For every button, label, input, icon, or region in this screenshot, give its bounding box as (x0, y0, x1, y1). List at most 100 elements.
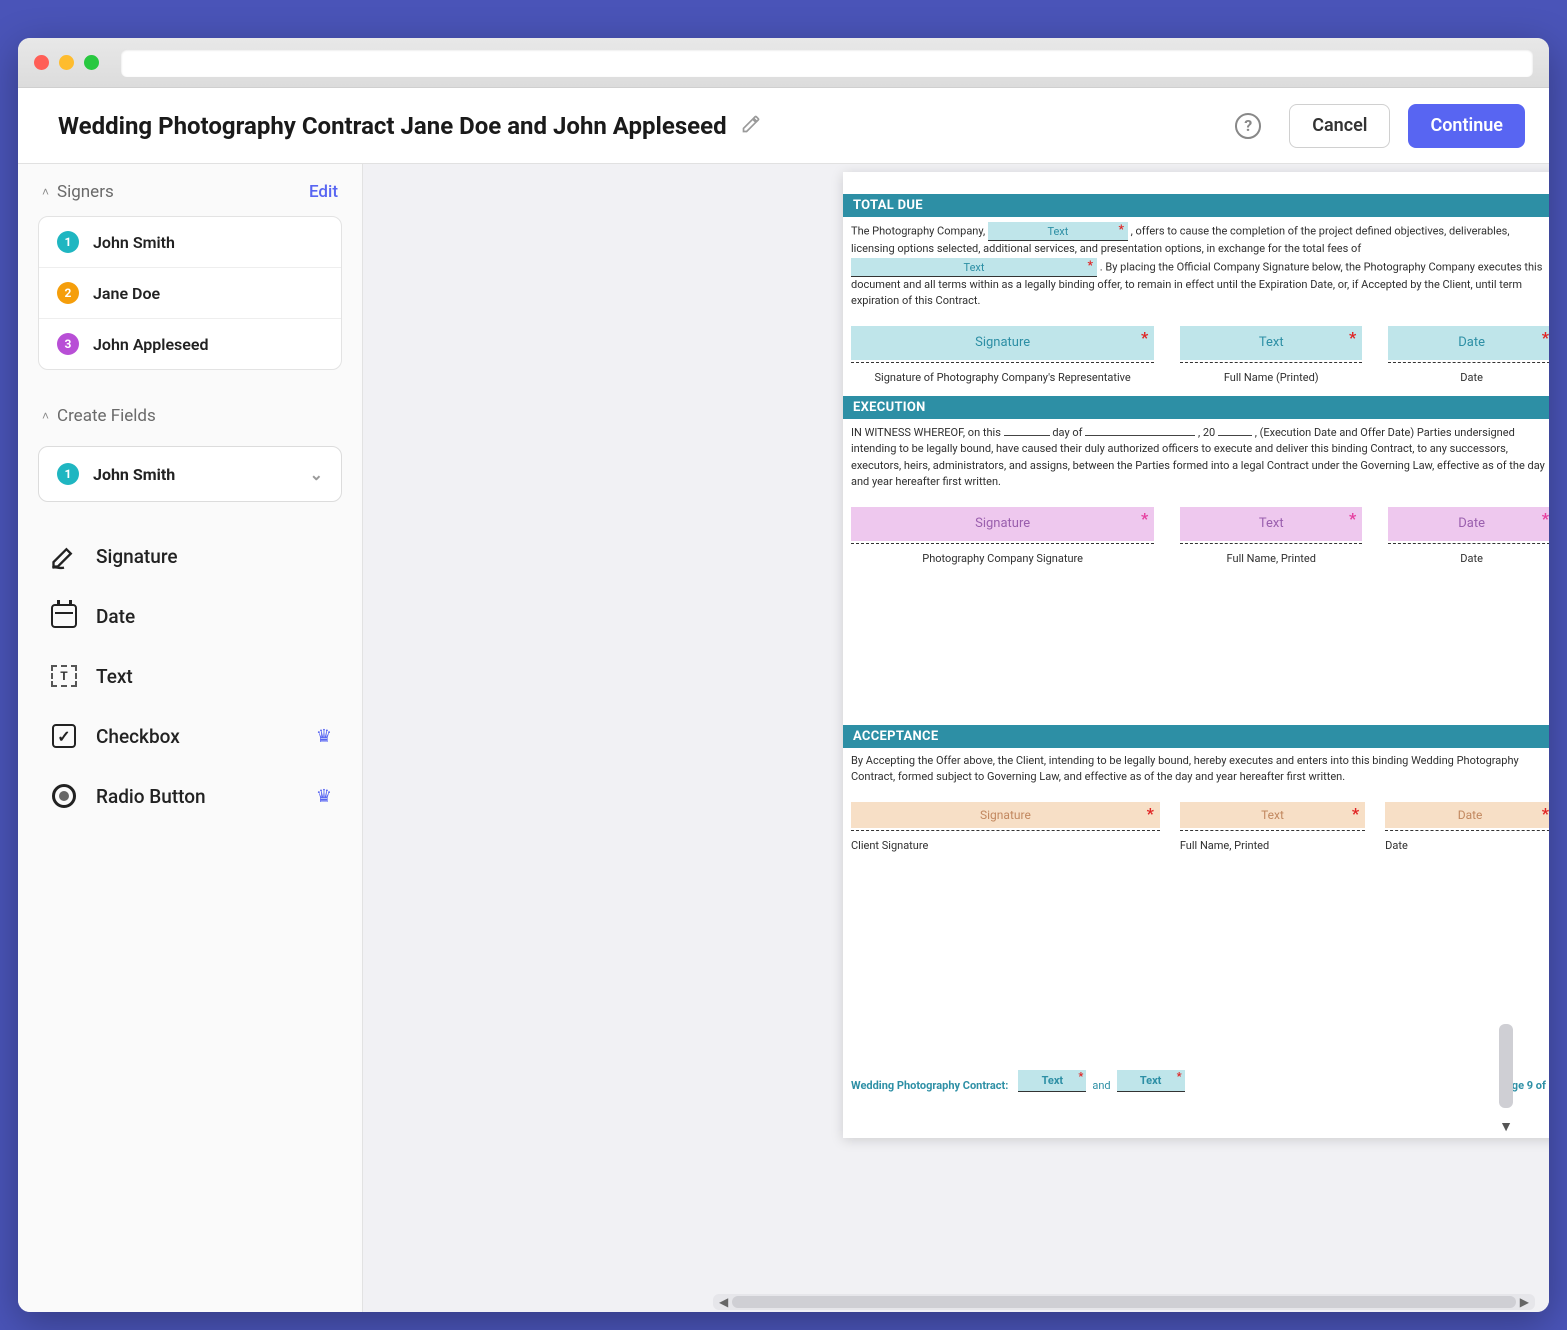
calendar-icon (48, 600, 80, 632)
scroll-right-icon[interactable]: ▶ (1520, 1295, 1529, 1309)
text-icon: T (48, 660, 80, 692)
field-placeholder: Text (1047, 225, 1068, 238)
section-body-total-due: The Photography Company, Text * , offers… (843, 217, 1549, 316)
date-field[interactable]: Date * (1385, 802, 1549, 828)
continue-button[interactable]: Continue (1408, 104, 1525, 148)
horizontal-scrollbar-thumb[interactable] (732, 1296, 1516, 1308)
field-type-date[interactable]: Date (38, 586, 342, 646)
create-fields-section-header[interactable]: ˄ Create Fields (18, 378, 362, 446)
field-caption: Client Signature (851, 839, 928, 852)
signer-item-1[interactable]: 1 John Smith (39, 217, 341, 268)
page-footer: Wedding Photography Contract: Text * and… (851, 1070, 1549, 1092)
required-star-icon: * (1141, 509, 1148, 528)
section-header-total-due: TOTAL DUE (843, 194, 1549, 217)
signature-field-company[interactable]: Signature * (851, 507, 1154, 541)
signer-item-3[interactable]: 3 John Appleseed (39, 319, 341, 369)
required-star-icon: * (1542, 328, 1549, 347)
field-row-acceptance: Signature * Client Signature Text * Full… (843, 792, 1549, 852)
cancel-button[interactable]: Cancel (1289, 104, 1390, 148)
chevron-up-icon: ˄ (42, 185, 49, 199)
signature-field-client[interactable]: Signature * (851, 802, 1160, 828)
signer-item-2[interactable]: 2 Jane Doe (39, 268, 341, 319)
maximize-window-icon[interactable] (84, 55, 99, 70)
field-caption: Date (1460, 371, 1483, 384)
field-type-checkbox[interactable]: ✓ Checkbox ♛ (38, 706, 342, 766)
field-caption: Full Name, Printed (1227, 552, 1316, 565)
text-field-company-name[interactable]: Text * (988, 222, 1128, 241)
footer-text-field-1[interactable]: Text * (1018, 1070, 1086, 1092)
footer-text-field-2[interactable]: Text * (1117, 1070, 1185, 1092)
signature-field-company-rep[interactable]: Signature * (851, 326, 1154, 360)
help-icon[interactable]: ? (1235, 113, 1261, 139)
blank-line (1004, 424, 1050, 436)
text-field-fullname[interactable]: Text * (1180, 326, 1362, 360)
field-type-text[interactable]: T Text (38, 646, 342, 706)
signer-badge: 1 (57, 463, 79, 485)
field-caption: Date (1385, 839, 1408, 852)
close-window-icon[interactable] (34, 55, 49, 70)
signers-label: Signers (57, 182, 114, 202)
section-header-execution: EXECUTION (843, 396, 1549, 419)
section-body-acceptance: By Accepting the Offer above, the Client… (843, 748, 1549, 792)
scroll-left-icon[interactable]: ◀ (719, 1295, 728, 1309)
field-label: Checkbox (96, 725, 180, 748)
required-star-icon: * (1349, 328, 1356, 347)
text-field-fullname[interactable]: Text * (1180, 507, 1362, 541)
field-label: Signature (96, 545, 178, 568)
date-field[interactable]: Date * (1388, 507, 1549, 541)
selected-signer-name: John Smith (93, 465, 175, 484)
blank-line (1085, 424, 1195, 436)
document-canvas[interactable]: ▲ TOTAL DUE The Photography Company, Tex… (363, 164, 1549, 1312)
date-field[interactable]: Date * (1388, 326, 1549, 360)
body: ˄ Signers Edit 1 John Smith 2 Jane Doe 3… (18, 164, 1549, 1312)
checkbox-icon: ✓ (48, 720, 80, 752)
text: IN WITNESS WHEREOF, on this (851, 426, 1004, 439)
field-placeholder: Signature (980, 808, 1031, 822)
footer-label: Wedding Photography Contract: (851, 1079, 1008, 1092)
field-placeholder: Signature (975, 516, 1030, 531)
spacer (843, 565, 1549, 725)
field-placeholder: Signature (975, 335, 1030, 350)
text: The Photography Company, (851, 224, 988, 237)
signer-name: John Appleseed (93, 335, 209, 354)
footer-left: Wedding Photography Contract: Text * and… (851, 1070, 1185, 1092)
minimize-window-icon[interactable] (59, 55, 74, 70)
signer-badge: 3 (57, 333, 79, 355)
edit-title-icon[interactable] (741, 114, 761, 138)
signature-line (851, 362, 1154, 363)
signature-line (1385, 830, 1549, 831)
horizontal-scrollbar[interactable]: ◀ ▶ (713, 1294, 1535, 1310)
signer-select-dropdown[interactable]: 1 John Smith ⌄ (38, 446, 342, 502)
document-title: Wedding Photography Contract Jane Doe an… (58, 112, 727, 140)
chevron-down-icon: ⌄ (310, 465, 323, 484)
create-fields-label: Create Fields (57, 406, 156, 426)
field-placeholder: Date (1458, 808, 1483, 822)
field-placeholder: Text (964, 261, 985, 274)
app-window: Wedding Photography Contract Jane Doe an… (18, 38, 1549, 1312)
field-row-execution: Signature * Photography Company Signatur… (843, 497, 1549, 565)
scroll-down-icon[interactable]: ▼ (1499, 1118, 1513, 1135)
signature-icon (48, 540, 80, 572)
sidebar: ˄ Signers Edit 1 John Smith 2 Jane Doe 3… (18, 164, 363, 1312)
section-header-acceptance: ACCEPTANCE (843, 725, 1549, 748)
field-type-signature[interactable]: Signature (38, 526, 342, 586)
field-label: Radio Button (96, 785, 206, 808)
text: day of (1052, 426, 1085, 439)
text: , 20 (1198, 426, 1218, 439)
field-placeholder: Text (1259, 335, 1284, 350)
chevron-up-icon: ˄ (42, 409, 49, 423)
text-field-fullname[interactable]: Text * (1180, 802, 1365, 828)
text-field-total-fees[interactable]: Text * (851, 258, 1097, 277)
field-type-radio[interactable]: Radio Button ♛ (38, 766, 342, 826)
url-bar[interactable] (121, 49, 1533, 77)
field-caption: Full Name, Printed (1180, 839, 1269, 852)
field-placeholder: Text (1140, 1074, 1162, 1087)
signature-line (1180, 362, 1362, 363)
signers-section-header[interactable]: ˄ Signers Edit (18, 164, 362, 216)
blank-line (1218, 424, 1252, 436)
vertical-scrollbar-thumb[interactable] (1499, 1024, 1513, 1108)
radio-icon (48, 780, 80, 812)
edit-signers-link[interactable]: Edit (309, 182, 338, 202)
required-star-icon: * (1088, 256, 1093, 274)
required-star-icon: * (1118, 220, 1123, 238)
